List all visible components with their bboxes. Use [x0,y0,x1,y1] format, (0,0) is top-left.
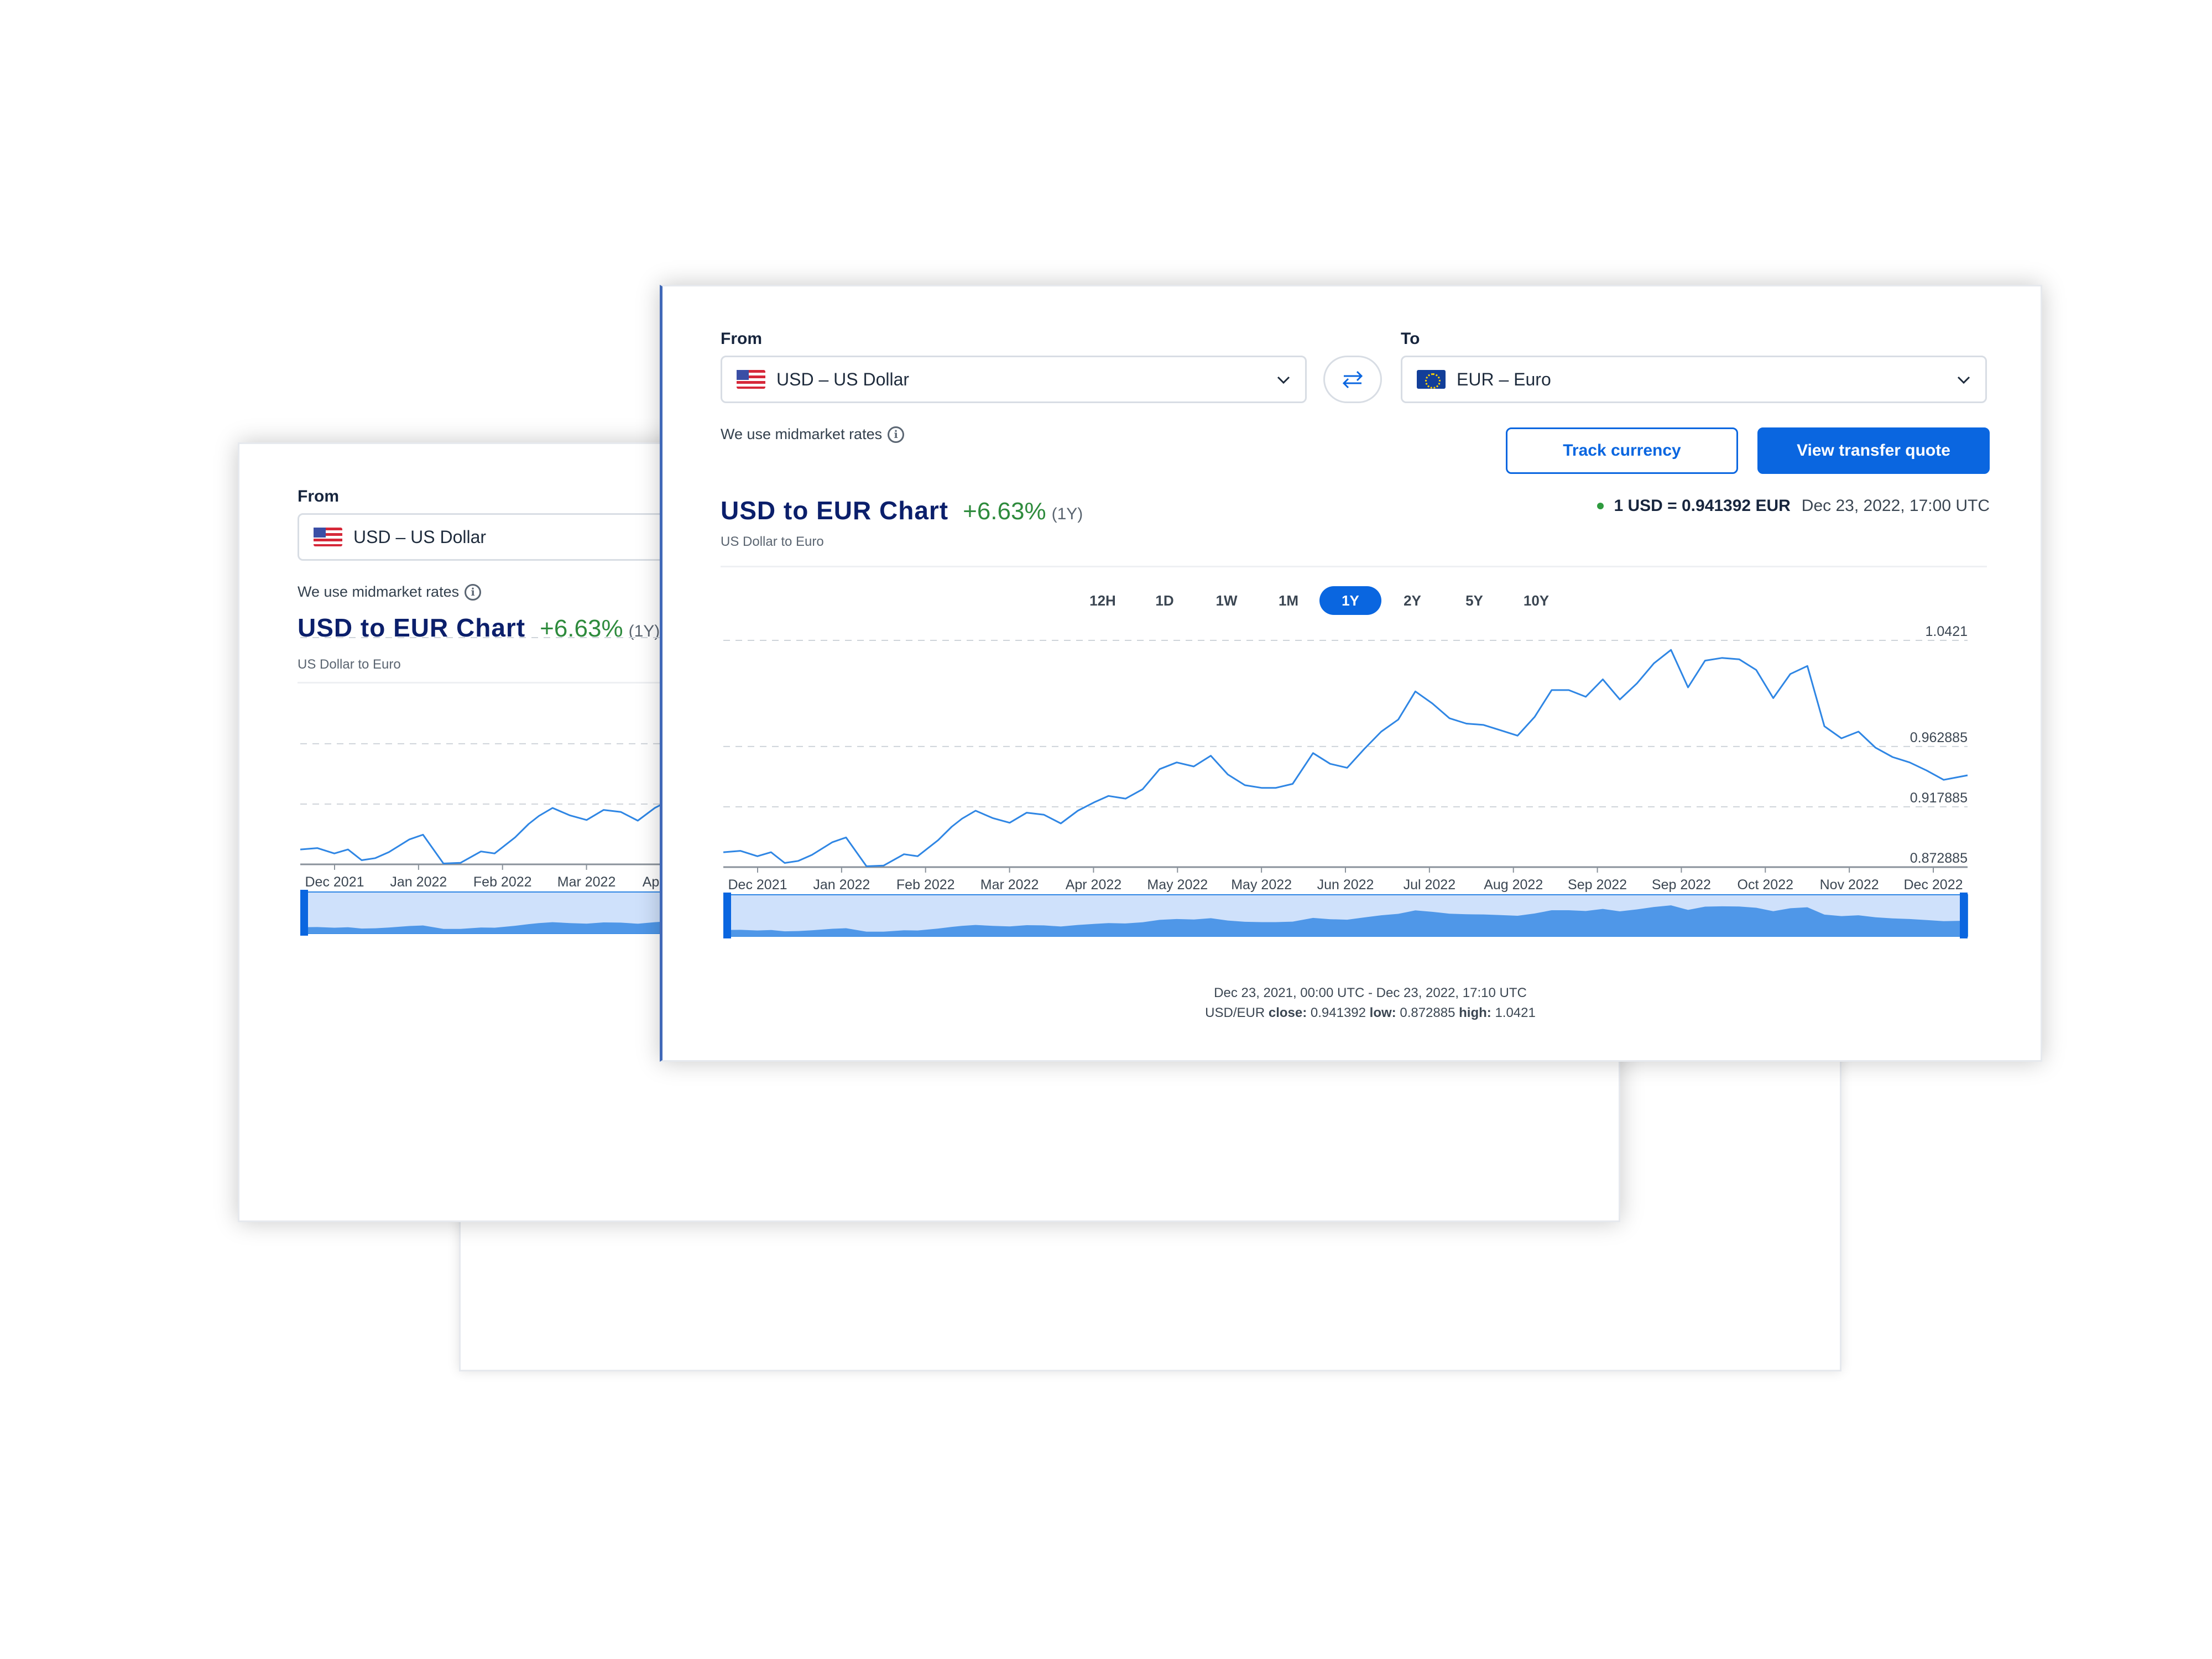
x-tick-label: Jan 2022 [390,874,447,890]
x-tick-label: Mar 2022 [557,874,616,890]
x-tick-label: Feb 2022 [473,874,532,890]
footer-stats: USD/EUR close: 0.941392 low: 0.872885 hi… [873,1003,1868,1023]
x-tick-label: Mar 2022 [980,877,1039,893]
y-tick-label: 0.872885 [1910,851,1968,866]
series-line-usd-eur [723,649,1968,867]
x-tick-label: Feb 2022 [896,877,955,893]
footer-high-label: high: [1459,1005,1491,1020]
x-tick-label: Dec 2022 [1903,877,1963,893]
y-tick-label: 1.0421 [1926,624,1968,639]
y-tick-label: 0.917885 [1910,790,1968,806]
x-tick-label: May 2022 [1147,877,1208,893]
footer-low: 0.872885 [1400,1005,1455,1020]
x-tick-label: Sep 2022 [1568,877,1627,893]
price-chart[interactable]: 1.0421 0.962885 0.917885 0.872885 Dec 2021 Ja… [723,286,1995,1061]
footer-range: Dec 23, 2021, 00:00 UTC - Dec 23, 2022, … [1214,985,1527,1000]
x-tick-label: Apr 2022 [1066,877,1121,893]
x-tick-label: Dec 2021 [305,874,364,890]
navigator-handle-left[interactable] [723,893,731,938]
converter-panel: From USD – US Dollar To EUR – Euro We us… [662,286,2041,1061]
x-tick-label: Jan 2022 [813,877,870,893]
navigator-handle-left[interactable] [300,890,308,936]
footer-low-label: low: [1369,1005,1396,1020]
x-tick-label: Dec 2021 [728,877,787,893]
x-tick-label: Oct 2022 [1738,877,1793,893]
x-tick-label: Nov 2022 [1820,877,1879,893]
x-tick-label: Jul 2022 [1404,877,1456,893]
footer-high: 1.0421 [1495,1005,1536,1020]
footer-pair: USD/EUR [1205,1005,1265,1020]
x-tick-label: Aug 2022 [1484,877,1543,893]
footer-close: 0.941392 [1310,1005,1366,1020]
x-tick-label: Jun 2022 [1317,877,1374,893]
x-tick-label: May 2022 [1231,877,1292,893]
navigator-handle-right[interactable] [1960,893,1968,938]
x-tick-label: Sep 2022 [1652,877,1711,893]
converter-card-front: From USD – US Dollar To EUR – Euro We us… [660,285,2042,1062]
footer-close-label: close: [1268,1005,1307,1020]
chart-footer: Dec 23, 2021, 00:00 UTC - Dec 23, 2022, … [873,983,1868,1023]
y-tick-label: 0.962885 [1910,730,1968,745]
